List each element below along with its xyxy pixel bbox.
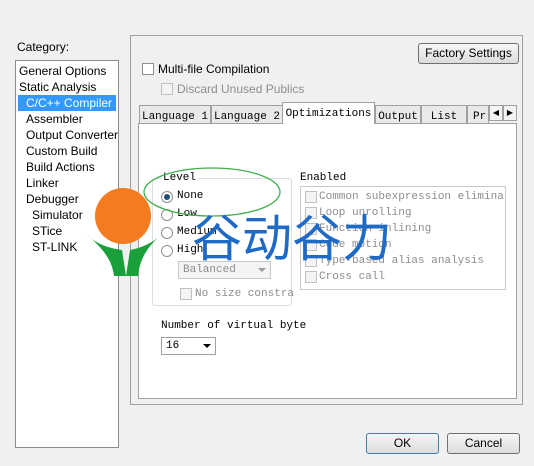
tab-language-2[interactable]: Language 2 — [211, 105, 283, 123]
category-item[interactable]: Custom Build — [18, 143, 116, 159]
no-size-label: No size constra — [195, 288, 295, 300]
tab-scroll-right-icon[interactable]: ▶ — [503, 105, 517, 121]
category-item[interactable]: Simulator — [18, 207, 116, 223]
level-radio-label: Medium — [177, 226, 217, 238]
no-size-checkbox[interactable] — [180, 288, 192, 300]
virtual-byte-label: Number of virtual byte — [161, 320, 307, 332]
factory-settings-button[interactable]: Factory Settings — [418, 43, 519, 64]
tab-language-1[interactable]: Language 1 — [139, 105, 211, 123]
virtual-byte-select[interactable]: 16 — [161, 337, 216, 355]
chevron-down-icon — [258, 268, 266, 272]
tab-output[interactable]: Output — [375, 105, 421, 123]
category-item[interactable]: Build Actions — [18, 159, 116, 175]
category-item[interactable]: Linker — [18, 175, 116, 191]
category-item[interactable]: C/C++ Compiler — [18, 95, 116, 111]
enabled-item-label: Function inlining — [319, 223, 432, 235]
level-radio[interactable] — [161, 227, 173, 239]
multifile-checkbox[interactable] — [142, 63, 154, 75]
tab-preprocessor[interactable]: Pr — [467, 105, 489, 123]
enabled-item-label: Type-based alias analysis — [319, 255, 485, 267]
chevron-down-icon — [203, 344, 211, 348]
enabled-item-label: Cross call — [319, 271, 386, 283]
highlight-ellipse — [143, 167, 281, 217]
category-item[interactable]: STice — [18, 223, 116, 239]
category-item[interactable]: Output Converter — [18, 127, 118, 143]
tab-optimizations[interactable]: Optimizations — [282, 102, 375, 124]
enabled-list: Common subexpression elimination Loop unr… — [300, 186, 506, 290]
enabled-item-checkbox[interactable] — [305, 223, 317, 235]
enabled-item-checkbox[interactable] — [305, 239, 317, 251]
balance-select[interactable]: Balanced — [178, 261, 271, 279]
tab-list[interactable]: List — [421, 105, 467, 123]
discard-label: Discard Unused Publics — [177, 82, 305, 96]
category-item[interactable]: General Options — [18, 63, 116, 79]
tab-scroll-left-icon[interactable]: ◀ — [489, 105, 503, 121]
category-label: Category: — [17, 40, 70, 54]
enabled-item-checkbox[interactable] — [305, 255, 317, 267]
level-radio[interactable] — [161, 245, 173, 257]
category-item[interactable]: ST-LINK — [18, 239, 116, 255]
category-list[interactable]: General Options Static Analysis C/C++ Comp… — [15, 60, 119, 448]
category-item[interactable]: Static Analysis — [18, 79, 116, 95]
enabled-item-label: Loop unrolling — [319, 207, 412, 219]
multifile-label: Multi-file Compilation — [158, 62, 270, 76]
discard-checkbox[interactable] — [161, 83, 173, 95]
enabled-item-label: Code motion — [319, 239, 392, 251]
level-radio-label: High — [177, 244, 204, 256]
ok-button[interactable]: OK — [366, 433, 439, 454]
category-item[interactable]: Assembler — [18, 111, 116, 127]
enabled-item-checkbox[interactable] — [305, 271, 317, 283]
enabled-item-label: Common subexpression elimination — [319, 191, 505, 203]
cancel-button[interactable]: Cancel — [447, 433, 520, 454]
category-item[interactable]: Debugger — [18, 191, 116, 207]
enabled-title: Enabled — [300, 172, 347, 184]
enabled-item-checkbox[interactable] — [305, 207, 317, 219]
enabled-item-checkbox[interactable] — [305, 191, 317, 203]
